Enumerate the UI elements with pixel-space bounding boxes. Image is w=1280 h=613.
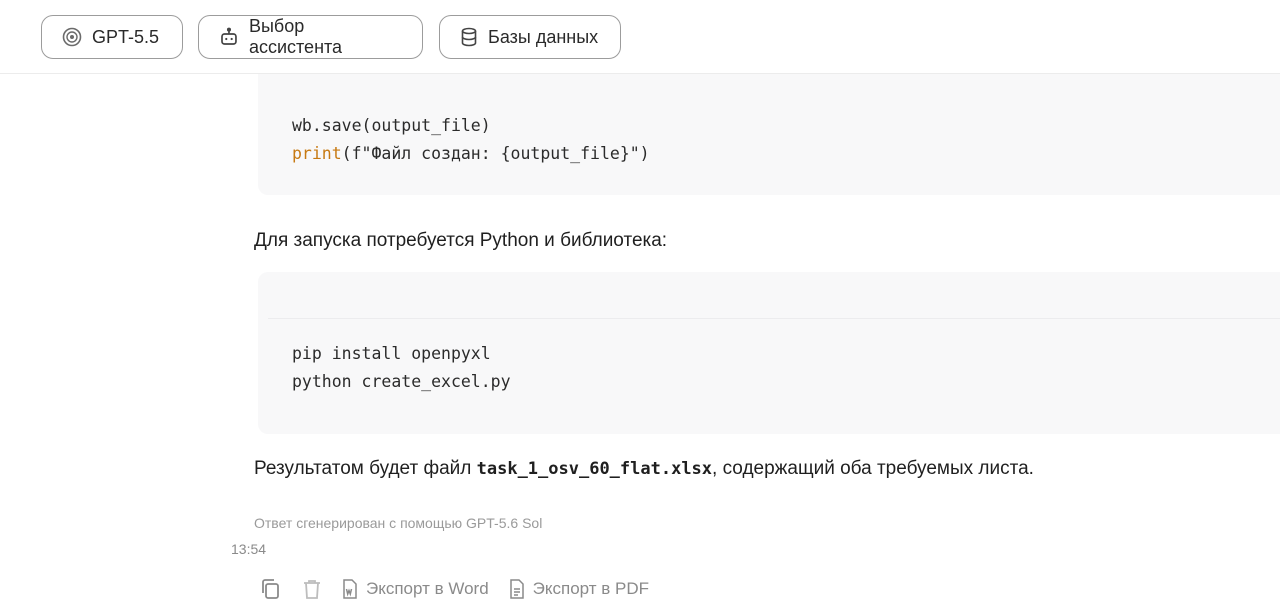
export-pdf-button[interactable]: Экспорт в PDF <box>509 579 649 599</box>
databases-label: Базы данных <box>488 26 599 47</box>
model-label: GPT-5.5 <box>92 26 160 47</box>
print-keyword: print <box>292 144 342 163</box>
pdf-doc-icon <box>509 579 524 599</box>
copy-icon <box>262 579 279 599</box>
code-line-print: print(f"Файл создан: {output_file}") <box>292 144 650 163</box>
code-line-pip: pip install openpyxl <box>292 344 491 363</box>
word-doc-icon <box>343 579 357 599</box>
assistant-label: Выбор ассистента <box>248 16 343 57</box>
message-actions: Экспорт в Word Экспорт в PDF <box>258 574 669 604</box>
generated-by-note: Ответ сгенерирован с помощью GPT-5.6 Sol <box>254 515 543 531</box>
filename-inline-code: task_1_osv_60_flat.xlsx <box>476 459 713 479</box>
robot-icon <box>221 27 237 45</box>
database-icon <box>461 27 477 47</box>
delete-button[interactable] <box>300 576 324 602</box>
code-header-divider <box>268 318 1280 319</box>
openai-logo-icon <box>62 27 82 47</box>
trash-icon <box>304 580 320 599</box>
top-toolbar: GPT-5.5 Выбор ассистента Базы данных <box>0 0 1280 74</box>
code-block-shell: pip install openpyxl python create_excel… <box>258 272 1280 434</box>
message-timestamp: 13:54 <box>231 541 267 557</box>
code-line-python: python create_excel.py <box>292 372 511 391</box>
assistant-selector-button[interactable]: Выбор ассистента <box>198 15 423 59</box>
model-selector-button[interactable]: GPT-5.5 <box>41 15 183 59</box>
chat-area: pass wb.save(output_file) print(f"Файл с… <box>0 0 1280 613</box>
code-line-save: wb.save(output_file) <box>292 116 491 135</box>
export-word-button[interactable]: Экспорт в Word <box>342 579 489 599</box>
databases-button[interactable]: Базы данных <box>439 15 621 59</box>
copy-button[interactable] <box>258 576 282 602</box>
response-paragraph: Для запуска потребуется Python и библиот… <box>254 230 668 251</box>
response-paragraph-result: Результатом будет файл task_1_osv_60_fla… <box>254 458 1034 479</box>
